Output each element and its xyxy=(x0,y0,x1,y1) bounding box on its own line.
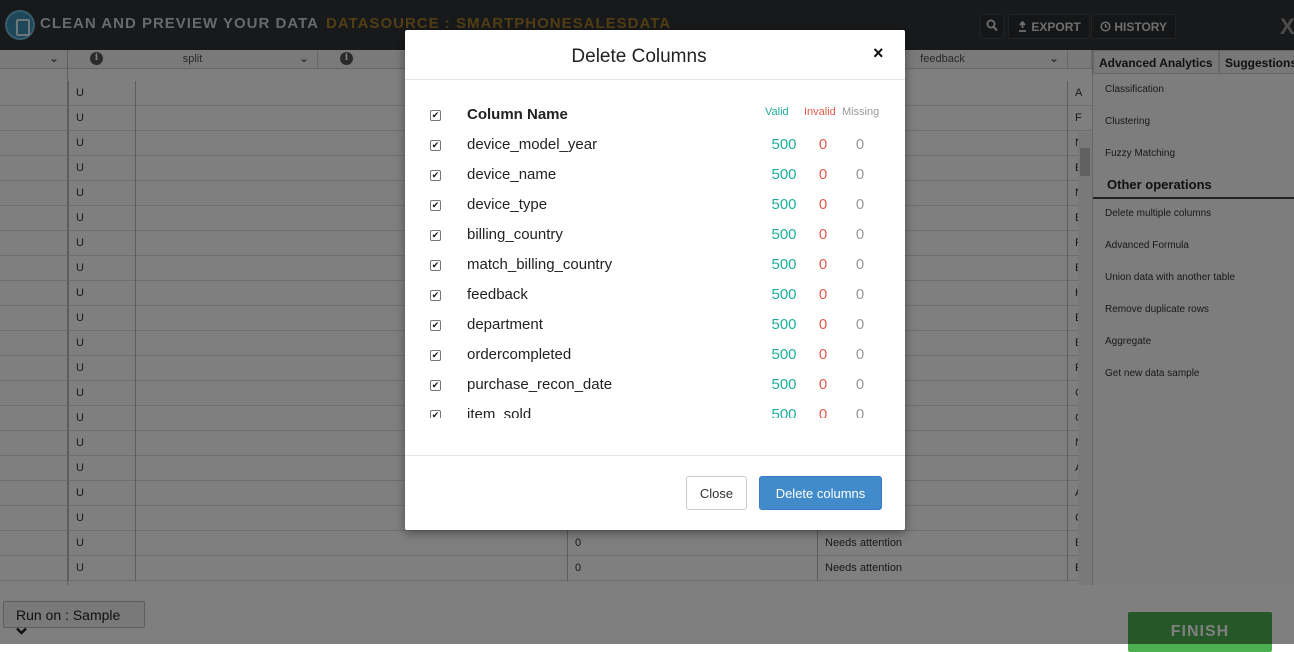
column-list-item[interactable]: ✔ department 500 0 0 xyxy=(405,310,905,340)
column-list-item[interactable]: ✔ billing_country 500 0 0 xyxy=(405,220,905,250)
column-name: feedback xyxy=(467,286,528,303)
column-checkbox[interactable]: ✔ xyxy=(430,320,441,331)
valid-count: 500 xyxy=(771,406,797,418)
missing-count: 0 xyxy=(855,136,865,153)
column-list-item[interactable]: ✔ device_model_year 500 0 0 xyxy=(405,130,905,160)
missing-count: 0 xyxy=(855,226,865,243)
column-checkbox[interactable]: ✔ xyxy=(430,170,441,181)
column-checkbox[interactable]: ✔ xyxy=(430,260,441,271)
column-list-item[interactable]: ✔ feedback 500 0 0 xyxy=(405,280,905,310)
column-checkbox[interactable]: ✔ xyxy=(430,230,441,241)
invalid-count: 0 xyxy=(818,136,828,153)
invalid-count: 0 xyxy=(818,316,828,333)
column-list-item[interactable]: ✔ purchase_recon_date 500 0 0 xyxy=(405,370,905,400)
column-list-item[interactable]: ✔ ordercompleted 500 0 0 xyxy=(405,340,905,370)
select-all-checkbox[interactable]: ✔ xyxy=(430,110,441,121)
column-name-heading: Column Name xyxy=(467,106,568,123)
missing-count: 0 xyxy=(855,196,865,213)
modal-body: ✔ Column Name Valid Invalid Missing ✔ dev… xyxy=(405,80,905,455)
column-name: department xyxy=(467,316,543,333)
invalid-count: 0 xyxy=(818,226,828,243)
invalid-count: 0 xyxy=(818,346,828,363)
valid-count: 500 xyxy=(771,226,797,243)
missing-count: 0 xyxy=(855,286,865,303)
invalid-heading: Invalid xyxy=(804,106,836,118)
missing-count: 0 xyxy=(855,316,865,333)
column-list-item[interactable]: ✔ match_billing_country 500 0 0 xyxy=(405,250,905,280)
invalid-count: 0 xyxy=(818,196,828,213)
missing-count: 0 xyxy=(855,256,865,273)
missing-count: 0 xyxy=(855,376,865,393)
column-list-item[interactable]: ✔ device_name 500 0 0 xyxy=(405,160,905,190)
column-name: device_name xyxy=(467,166,557,183)
invalid-count: 0 xyxy=(818,166,828,183)
invalid-count: 0 xyxy=(818,286,828,303)
valid-count: 500 xyxy=(771,346,797,363)
valid-count: 500 xyxy=(771,196,797,213)
valid-count: 500 xyxy=(771,136,797,153)
column-name: device_model_year xyxy=(467,136,598,153)
column-list-item[interactable]: ✔ device_type 500 0 0 xyxy=(405,190,905,220)
column-list[interactable]: ✔ Column Name Valid Invalid Missing ✔ dev… xyxy=(405,100,905,418)
column-checkbox[interactable]: ✔ xyxy=(430,350,441,361)
modal-title: Delete Columns xyxy=(571,46,707,67)
column-name: device_type xyxy=(467,196,548,213)
column-name: billing_country xyxy=(467,226,563,243)
close-button[interactable]: Close xyxy=(686,476,747,510)
valid-count: 500 xyxy=(771,286,797,303)
valid-count: 500 xyxy=(771,376,797,393)
missing-count: 0 xyxy=(855,346,865,363)
column-checkbox[interactable]: ✔ xyxy=(430,290,441,301)
invalid-count: 0 xyxy=(818,406,828,418)
missing-heading: Missing xyxy=(842,106,880,118)
close-icon[interactable]: × xyxy=(873,43,884,64)
delete-columns-dialog: Delete Columns × ✔ Column Name Valid Inv… xyxy=(405,30,905,530)
missing-count: 0 xyxy=(855,406,865,418)
invalid-count: 0 xyxy=(818,376,828,393)
column-list-item[interactable]: ✔ item_sold 500 0 0 xyxy=(405,400,905,418)
delete-columns-button[interactable]: Delete columns xyxy=(759,476,882,510)
column-checkbox[interactable]: ✔ xyxy=(430,140,441,151)
invalid-count: 0 xyxy=(818,256,828,273)
modal-footer: Close Delete columns xyxy=(405,455,905,530)
valid-count: 500 xyxy=(771,256,797,273)
valid-count: 500 xyxy=(771,166,797,183)
valid-heading: Valid xyxy=(765,106,789,118)
missing-count: 0 xyxy=(855,166,865,183)
column-checkbox[interactable]: ✔ xyxy=(430,200,441,211)
valid-count: 500 xyxy=(771,316,797,333)
column-name: item_sold xyxy=(467,406,532,418)
column-name: match_billing_country xyxy=(467,256,613,273)
modal-header: Delete Columns × xyxy=(405,30,905,80)
column-list-header: ✔ Column Name Valid Invalid Missing xyxy=(405,100,905,130)
column-name: purchase_recon_date xyxy=(467,376,613,393)
column-checkbox[interactable]: ✔ xyxy=(430,380,441,391)
column-checkbox[interactable]: ✔ xyxy=(430,410,441,418)
column-name: ordercompleted xyxy=(467,346,572,363)
